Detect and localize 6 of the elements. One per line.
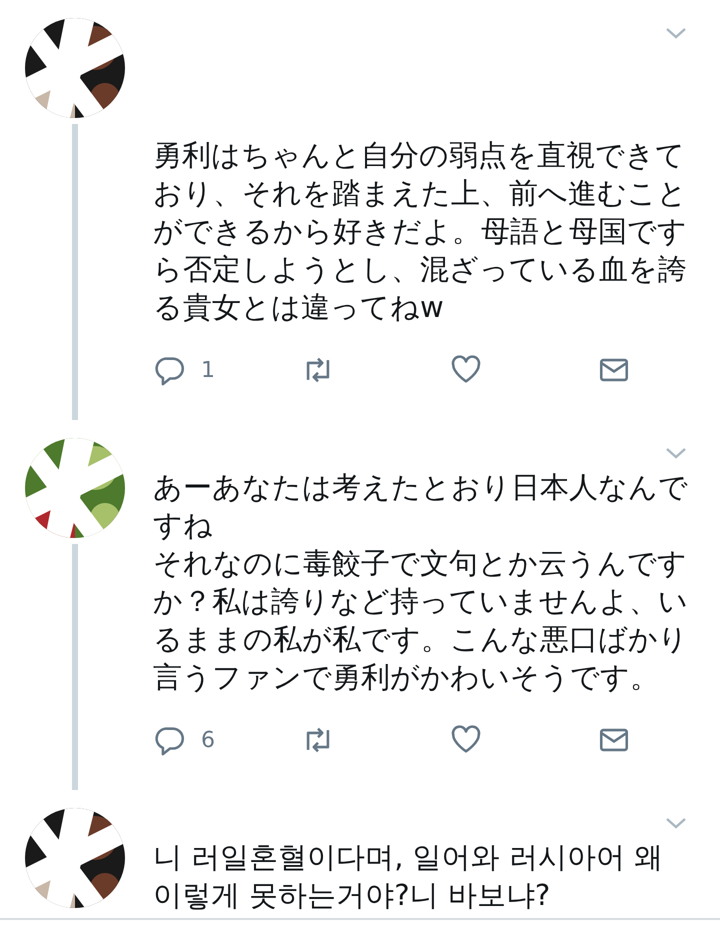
tweet-text: あーあなたは考えたとおり日本人なんですね bbox=[153, 469, 689, 544]
reply-count: 1 bbox=[201, 358, 215, 382]
tweet-text: それなのに毒餃子で文句とか云うんですか？私は誇りなど持っていませんよ、いるままの私が私です。こんな悪口ばかり言うファンで勇利がかわいそうです。 bbox=[153, 545, 689, 696]
tweet-text: 니 러일혼혈이다며, 일어와 러시아어 왜 이렇게 못하는거야?니 바보냐? bbox=[153, 839, 664, 914]
reply-count: 6 bbox=[201, 728, 215, 752]
tweet-text: 勇利はちゃんと自分の弱点を直視できており、それを踏まえた上、前へ進むことができるから好きだよ。母語と母国ですら否定しようとし、混ざっている血を誇る貴女とは違ってねw bbox=[153, 137, 688, 326]
